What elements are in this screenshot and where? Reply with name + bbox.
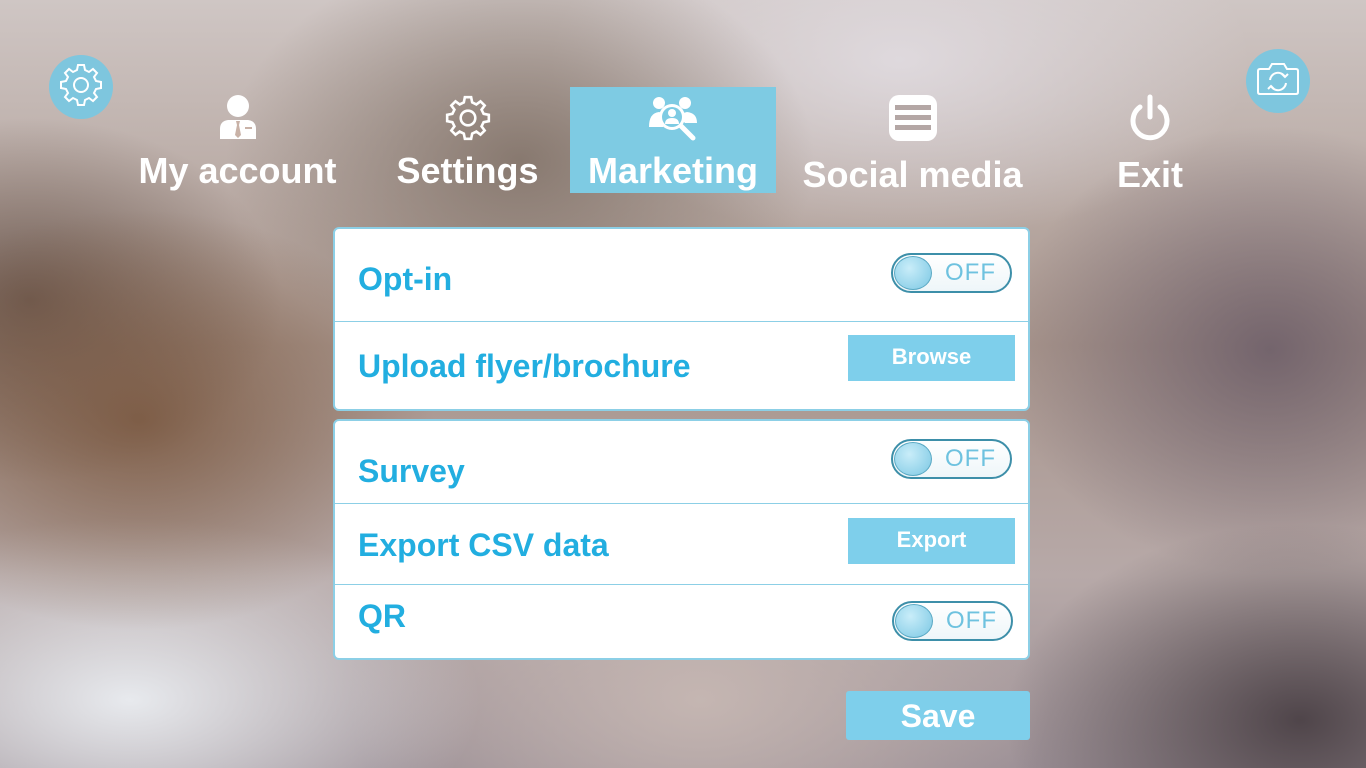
camera-switch-button[interactable] bbox=[1246, 49, 1310, 113]
opt-in-label: Opt-in bbox=[358, 261, 453, 297]
people-search-icon bbox=[570, 93, 776, 143]
toggle-state: OFF bbox=[946, 607, 997, 634]
nav-label: My account bbox=[138, 150, 337, 191]
survey-row: Survey OFF bbox=[335, 421, 1028, 503]
nav-label: Social media bbox=[802, 154, 1023, 195]
settings-corner-button[interactable] bbox=[49, 55, 113, 119]
qr-row: QR OFF bbox=[335, 585, 1028, 659]
nav-label: Exit bbox=[1116, 154, 1184, 195]
save-button[interactable]: Save bbox=[846, 691, 1030, 740]
opt-in-toggle[interactable]: OFF bbox=[891, 253, 1012, 293]
camera-rotate-icon bbox=[1254, 59, 1302, 104]
upload-label: Upload flyer/brochure bbox=[358, 348, 691, 384]
export-label: Export CSV data bbox=[358, 527, 609, 563]
toggle-knob bbox=[894, 256, 932, 290]
toggle-state: OFF bbox=[945, 259, 996, 286]
list-icon bbox=[790, 93, 1035, 143]
export-button[interactable]: Export bbox=[848, 518, 1015, 564]
nav-my-account[interactable]: My account bbox=[130, 87, 345, 193]
export-row: Export CSV data Export bbox=[335, 504, 1028, 584]
survey-toggle[interactable]: OFF bbox=[891, 439, 1012, 479]
marketing-panel-primary: Opt-in OFF Upload flyer/brochure Browse bbox=[333, 227, 1030, 411]
qr-toggle[interactable]: OFF bbox=[892, 601, 1013, 641]
nav-exit[interactable]: Exit bbox=[1090, 87, 1210, 195]
nav-label: Marketing bbox=[587, 150, 759, 191]
nav-settings[interactable]: Settings bbox=[385, 87, 550, 193]
upload-row: Upload flyer/brochure Browse bbox=[335, 322, 1028, 410]
gear-icon bbox=[57, 61, 105, 114]
gear-icon bbox=[385, 93, 550, 143]
app-screen: My account Settings Marketing Social med… bbox=[0, 0, 1366, 768]
survey-label: Survey bbox=[358, 453, 465, 489]
nav-marketing[interactable]: Marketing bbox=[570, 87, 776, 193]
toggle-knob bbox=[895, 604, 933, 638]
browse-button[interactable]: Browse bbox=[848, 335, 1015, 381]
nav-social-media[interactable]: Social media bbox=[790, 87, 1035, 195]
nav-label: Settings bbox=[396, 150, 539, 191]
user-icon bbox=[130, 93, 345, 143]
qr-label: QR bbox=[358, 598, 406, 634]
opt-in-row: Opt-in OFF bbox=[335, 229, 1028, 321]
toggle-state: OFF bbox=[945, 445, 996, 472]
marketing-panel-secondary: Survey OFF Export CSV data Export QR OFF bbox=[333, 419, 1030, 660]
toggle-knob bbox=[894, 442, 932, 476]
power-icon bbox=[1090, 93, 1210, 143]
